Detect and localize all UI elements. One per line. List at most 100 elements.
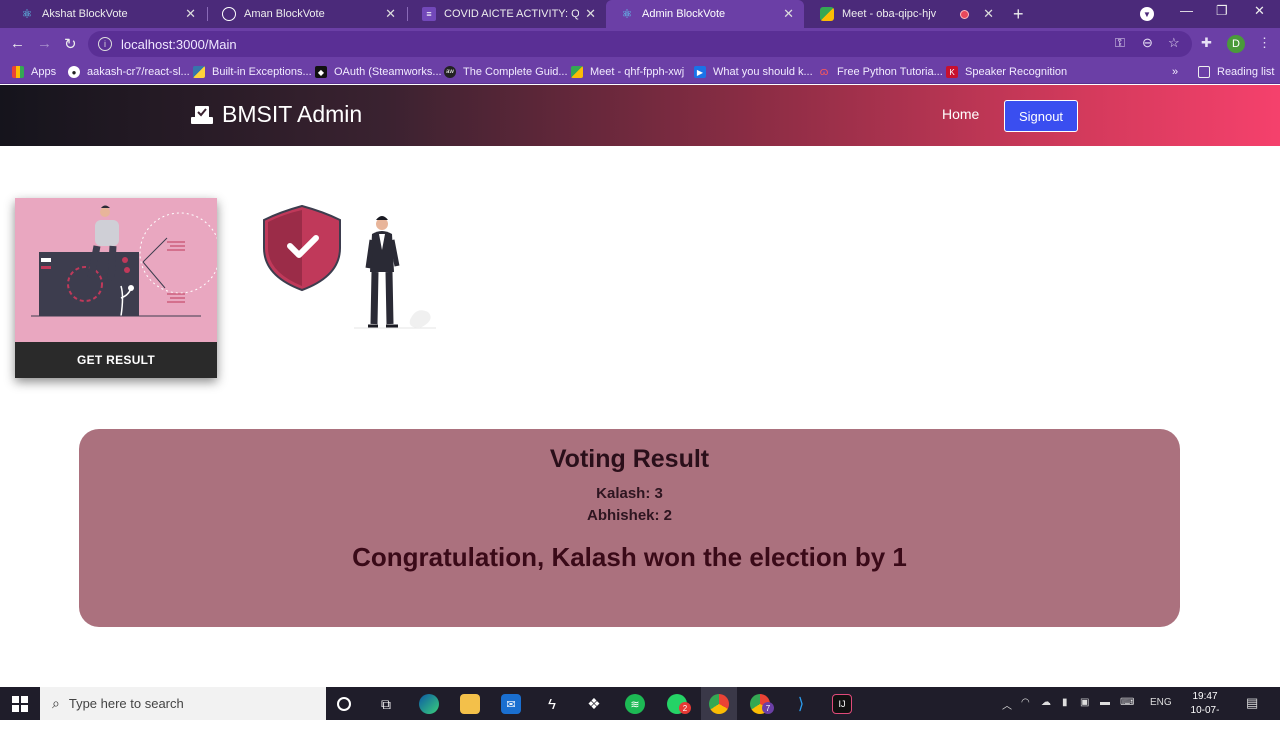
get-result-card[interactable]: GET RESULT <box>15 198 217 378</box>
battery-icon[interactable]: ▬ <box>1100 697 1110 708</box>
keyboard-icon[interactable]: ⌨ <box>1120 697 1134 708</box>
vote-icon <box>191 105 213 124</box>
display-icon[interactable]: ▣ <box>1080 697 1089 708</box>
omnibox[interactable]: i localhost:3000/Main <box>88 31 1192 57</box>
react-icon: ⚛ <box>621 7 633 21</box>
minimize-icon[interactable]: — <box>1180 3 1193 18</box>
bookmark-complete-guide[interactable]: aw The Complete Guid... <box>444 60 568 84</box>
python-icon <box>193 66 205 78</box>
windows-start-icon[interactable] <box>12 696 28 712</box>
menu-icon[interactable]: ⋮ <box>1258 35 1271 51</box>
close-icon[interactable]: ✕ <box>385 6 396 22</box>
restore-icon[interactable]: ❐ <box>1216 3 1228 19</box>
language-indicator[interactable]: ENG <box>1150 697 1172 708</box>
nav-home-link[interactable]: Home <box>942 106 979 122</box>
bookmark-github[interactable]: ● aakash-cr7/react-sl... <box>68 60 190 84</box>
forward-icon[interactable]: → <box>37 35 52 52</box>
reading-list-icon <box>1198 66 1210 78</box>
winner-message: Congratulation, Kalash won the election … <box>352 542 907 572</box>
sublime-icon[interactable]: ϟ <box>542 694 562 714</box>
edge-icon[interactable] <box>419 694 439 714</box>
bookmark-apps[interactable]: Apps <box>12 60 56 84</box>
aw-icon: aw <box>444 66 456 78</box>
intellij-icon[interactable]: IJ <box>832 694 852 714</box>
window-close-icon[interactable]: ✕ <box>1254 3 1265 19</box>
bookmark-label: Built-in Exceptions... <box>212 66 312 78</box>
dropbox-icon[interactable]: ❖ <box>584 694 604 714</box>
reading-list-label: Reading list <box>1217 66 1275 78</box>
close-icon[interactable]: ✕ <box>783 6 794 22</box>
reading-list[interactable]: Reading list <box>1198 60 1274 84</box>
close-icon[interactable]: ✕ <box>185 6 196 22</box>
brand-title: BMSIT Admin <box>222 101 363 127</box>
bookmark-label: What you should k... <box>713 66 813 78</box>
tab-aman-blockvote[interactable]: Aman BlockVote ✕ <box>208 0 406 28</box>
bookmark-free-python[interactable]: ɷ Free Python Tutoria... <box>818 60 943 84</box>
search-icon: ⌕ <box>52 695 60 711</box>
tab-title: Admin BlockVote <box>642 8 726 20</box>
signout-button[interactable]: Signout <box>1004 100 1078 132</box>
steam-icon: ◆ <box>315 66 327 78</box>
tab-akshat-blockvote[interactable]: ⚛ Akshat BlockVote ✕ <box>6 0 206 28</box>
address-toolbar: ← → ↻ i localhost:3000/Main ⚿ ⊖ ☆ ✚ D ⋮ <box>0 28 1280 60</box>
bookmark-what-you-should-know[interactable]: ▶ What you should k... <box>694 60 813 84</box>
tab-covid-quiz[interactable]: ≡ COVID AICTE ACTIVITY: QUIZ-6 ✕ <box>408 0 606 28</box>
bookmark-python-exceptions[interactable]: Built-in Exceptions... <box>193 60 312 84</box>
tab-admin-blockvote[interactable]: ⚛ Admin BlockVote ✕ <box>606 0 804 28</box>
bookmark-meet[interactable]: Meet - qhf-fpph-xwj <box>571 60 684 84</box>
vscode-icon[interactable]: ⟩ <box>791 694 811 714</box>
clock-date: 10-07-2021 <box>1190 705 1220 730</box>
close-icon[interactable]: ✕ <box>585 6 596 22</box>
python-tutorial-icon: ɷ <box>819 66 829 78</box>
recording-icon <box>960 9 970 19</box>
notifications-icon[interactable]: ▤ <box>1246 695 1258 711</box>
bookmark-label: Meet - qhf-fpph-xwj <box>590 66 685 78</box>
microphone-icon[interactable]: ▮ <box>1062 697 1068 708</box>
voting-result-panel: Voting Result Kalash: 3 Abhishek: 2 Cong… <box>79 429 1180 627</box>
app-navbar: BMSIT Admin Home Signout <box>0 85 1280 146</box>
browser-tab-bar: ⚛ Akshat BlockVote ✕ Aman BlockVote ✕ ≡ … <box>0 0 1280 28</box>
extensions-icon[interactable]: ✚ <box>1201 35 1212 51</box>
bookmarks-bar: Apps ● aakash-cr7/react-sl... Built-in E… <box>0 60 1280 84</box>
file-explorer-icon[interactable] <box>460 694 480 714</box>
get-result-button[interactable]: GET RESULT <box>15 342 217 378</box>
close-icon[interactable]: ✕ <box>983 6 994 22</box>
chrome-profile-icon[interactable]: 7 <box>750 694 774 714</box>
bookmark-label: Apps <box>31 66 57 78</box>
url-text[interactable]: localhost:3000/Main <box>121 37 237 52</box>
candidate-result: Abhishek: 2 <box>586 507 673 524</box>
whatsapp-icon[interactable]: 2 <box>667 694 691 714</box>
network-icon[interactable]: ◠ <box>1021 697 1030 708</box>
brand[interactable]: BMSIT Admin <box>190 101 362 128</box>
tray-overflow-icon[interactable]: ︿ <box>1002 697 1012 712</box>
task-view-icon[interactable]: ⧉ <box>376 694 396 714</box>
apps-grid-icon <box>12 66 24 78</box>
bookmark-oauth-steam[interactable]: ◆ OAuth (Steamworks... <box>315 60 442 84</box>
system-clock[interactable]: 19:47 10-07-2021 <box>1180 690 1230 732</box>
cloud-icon[interactable]: ☁ <box>1041 697 1051 708</box>
cortana-icon[interactable] <box>337 697 351 711</box>
mail-icon[interactable]: ✉ <box>501 694 521 714</box>
back-icon[interactable]: ← <box>10 35 25 52</box>
github-icon: ● <box>68 66 80 78</box>
new-tab-button[interactable]: + <box>1013 4 1024 25</box>
tab-title: COVID AICTE ACTIVITY: QUIZ-6 <box>444 8 580 20</box>
tab-search-icon[interactable]: ▼ <box>1140 7 1154 21</box>
bookmark-label: The Complete Guid... <box>463 66 568 78</box>
meet-icon <box>571 66 583 78</box>
reload-icon[interactable]: ↻ <box>64 35 77 53</box>
bookmark-speaker-recognition[interactable]: K Speaker Recognition <box>946 60 1067 84</box>
bookmark-star-icon[interactable]: ☆ <box>1168 35 1180 51</box>
tab-meet[interactable]: Meet - oba-qipc-hjv ✕ <box>806 0 1004 28</box>
forms-icon: ≡ <box>422 7 436 21</box>
info-icon[interactable]: i <box>98 37 112 51</box>
profile-avatar[interactable]: D <box>1227 35 1245 53</box>
clock-time: 19:47 <box>1192 691 1218 702</box>
key-icon[interactable]: ⚿ <box>1115 35 1125 51</box>
globe-icon <box>222 7 236 21</box>
spotify-icon[interactable]: ≋ <box>625 694 645 714</box>
more-bookmarks-icon[interactable]: » <box>1172 60 1178 84</box>
chrome-icon[interactable] <box>709 694 729 714</box>
taskbar-search[interactable]: ⌕ Type here to search <box>40 687 326 720</box>
zoom-icon[interactable]: ⊖ <box>1142 35 1153 51</box>
